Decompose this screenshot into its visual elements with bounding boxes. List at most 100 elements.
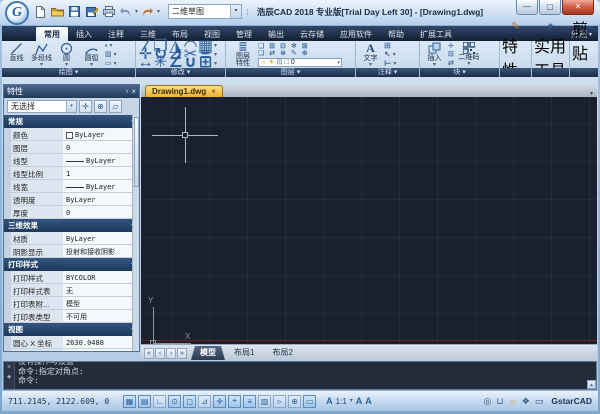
tab-express[interactable]: 扩展工具 (412, 27, 460, 41)
layer-current-icon[interactable]: ⊜ (280, 50, 286, 57)
layout1-tab[interactable]: 布局1 (225, 346, 263, 360)
doc-tab-close-icon[interactable]: × (211, 87, 216, 96)
hatch-caret-icon[interactable]: ▾ (114, 52, 117, 58)
workspace-selector[interactable]: 二维草图 ▾ (168, 4, 242, 19)
prop-row-color[interactable]: 颜色ByLayer (4, 128, 139, 141)
palette-scrollbar[interactable] (132, 115, 139, 351)
annotation-scale-icon[interactable]: A (326, 397, 333, 406)
command-prompt[interactable]: 命令: (18, 376, 593, 386)
panel-draw-title[interactable]: 绘图 ▾ (2, 68, 135, 77)
command-anchor-icon[interactable]: ◆ (7, 374, 11, 380)
tab-cloud[interactable]: 云存储 (292, 27, 332, 41)
dimension-icon[interactable]: ⊢ (384, 60, 391, 68)
dynamic-input-toggle[interactable]: ⌖ (228, 395, 241, 408)
tab-output[interactable]: 输出 (260, 27, 292, 41)
selection-dropdown[interactable]: 无选择 ▾ (7, 100, 77, 113)
prop-row-linetype[interactable]: 线型ByLayer (4, 154, 139, 167)
layer-match-icon[interactable]: ⇄ (269, 50, 275, 57)
lineweight-toggle[interactable]: ≡ (243, 395, 256, 408)
tab-insert[interactable]: 插入 (68, 27, 100, 41)
text-button[interactable]: A 文字 ▾ (358, 42, 383, 68)
polyline-button[interactable]: 多段线 ▾ (29, 42, 54, 68)
hardware-accel-bulb-icon[interactable]: ☼ (509, 396, 517, 406)
leader-icon[interactable]: ↖ (384, 51, 391, 59)
snap-toggle[interactable]: ▦ (123, 395, 136, 408)
app-logo[interactable]: G (5, 1, 29, 25)
grid-toggle[interactable]: ▤ (138, 395, 151, 408)
annotation-autoscale-icon[interactable]: A (365, 397, 372, 406)
layer-dropdown[interactable]: ☼ ☀ ⊡ □ 0 ▾ (258, 58, 342, 67)
block-edit-icon[interactable]: ⊡ (448, 51, 454, 58)
qrcode-caret-icon[interactable]: ▾ (467, 61, 470, 67)
command-history[interactable]: 没有操作与设置 命令:指定对角点: 命令: (15, 362, 596, 389)
osnap3d-toggle[interactable]: ⊿ (198, 395, 211, 408)
close-button[interactable]: ✕ (562, 0, 594, 15)
section-3d-effects[interactable]: 三维效果− (4, 219, 139, 232)
modify-caret-1-icon[interactable]: ▾ (214, 43, 217, 49)
select-objects-button[interactable]: ▱ (109, 100, 122, 113)
panel-block-title[interactable]: 块 ▾ (420, 68, 499, 77)
prop-row-center-y[interactable]: 圆心 Y 坐标1184.3778 (4, 349, 139, 352)
prop-row-shadow[interactable]: 阴影显示投射和接收阴影 (4, 245, 139, 258)
layer-freeze-icon[interactable]: ✻ (291, 43, 297, 50)
arc-button[interactable]: 圆弧 ▾ (79, 42, 104, 68)
rectangle-icon[interactable]: ▭ (105, 60, 112, 67)
undo-caret-icon[interactable]: ▾ (135, 9, 138, 15)
next-tab-button[interactable]: › (166, 348, 176, 359)
tab-annotate[interactable]: 注释 (100, 27, 132, 41)
magnifier-toggle[interactable]: ⊕ (288, 395, 301, 408)
prop-row-material[interactable]: 材质ByLayer (4, 232, 139, 245)
panel-annotate-title[interactable]: 注释 ▾ (356, 68, 419, 77)
document-tab[interactable]: Drawing1.dwg × (145, 85, 223, 97)
block-sync-icon[interactable]: ⇄ (448, 60, 454, 67)
osnap-toggle[interactable]: ◻ (183, 395, 196, 408)
transparency-toggle[interactable]: ▨ (258, 395, 271, 408)
palette-scrollbar-thumb[interactable] (134, 117, 139, 187)
prop-row-lineweight[interactable]: 线宽ByLayer (4, 180, 139, 193)
section-plot-style[interactable]: 打印样式− (4, 258, 139, 271)
prop-row-layer[interactable]: 图层0 (4, 141, 139, 154)
save-button[interactable] (67, 4, 82, 19)
layer-walk-icon[interactable]: ❏ (258, 50, 264, 57)
layer-edit-icon[interactable]: ✎ (291, 50, 297, 57)
line-button[interactable]: 直线 (4, 42, 29, 68)
layer-properties-button[interactable]: ≣ 图层 特性 (228, 42, 258, 68)
layout2-tab[interactable]: 布局2 (263, 346, 301, 360)
palette-close-icon[interactable]: × (131, 87, 136, 96)
redo-button[interactable] (140, 4, 155, 19)
selection-cycling-toggle[interactable]: ▹ (273, 395, 286, 408)
quick-properties-toggle[interactable]: ▭ (303, 395, 316, 408)
unlock-ui-icon[interactable]: ⊔ (497, 396, 504, 407)
prop-row-plot-attach[interactable]: 打印表附...模型 (4, 297, 139, 310)
annotation-scale-value[interactable]: 1:1 (336, 397, 347, 406)
command-scroll-up-button[interactable]: ▴ (587, 380, 596, 389)
leader-caret-icon[interactable]: ▾ (393, 52, 396, 58)
tab-apps[interactable]: 应用软件 (332, 27, 380, 41)
point-caret-icon[interactable]: ▾ (109, 43, 112, 49)
qrcode-button[interactable]: 二维码 ▾ (455, 42, 483, 68)
panel-modify-title[interactable]: 修改 ▾ (136, 68, 225, 77)
otrack-toggle[interactable]: ✛ (213, 395, 226, 408)
modify-caret-3-icon[interactable]: ▾ (214, 61, 217, 67)
point-icon[interactable]: • (105, 43, 107, 50)
annotation-visibility-icon[interactable]: A (356, 397, 363, 406)
tab-help[interactable]: 帮助 (380, 27, 412, 41)
prop-row-transparency[interactable]: 透明度ByLayer (4, 193, 139, 206)
open-file-button[interactable] (50, 4, 65, 19)
command-close-icon[interactable]: × (7, 364, 11, 371)
layer-off-icon[interactable]: ⊟ (280, 43, 286, 50)
annotation-scale-caret-icon[interactable]: ▾ (350, 398, 353, 404)
undo-button[interactable] (118, 4, 133, 19)
panel-layer-title[interactable]: 图层 ▾ (226, 68, 355, 77)
circle-button[interactable]: 圆 ▾ (54, 42, 79, 68)
clean-screen-icon[interactable]: ▭ (535, 396, 544, 407)
rectangle-caret-icon[interactable]: ▾ (114, 61, 117, 67)
block-attribute-icon[interactable]: ✛ (448, 43, 454, 50)
layer-state-icon[interactable]: ❏ (258, 43, 264, 50)
prop-row-thickness[interactable]: 厚度0 (4, 206, 139, 219)
quick-select-button[interactable]: ⊕ (94, 100, 107, 113)
save-as-button[interactable] (84, 4, 99, 19)
minimize-button[interactable]: — (516, 0, 538, 15)
tab-manage[interactable]: 管理 (228, 27, 260, 41)
last-tab-button[interactable]: » (177, 348, 187, 359)
